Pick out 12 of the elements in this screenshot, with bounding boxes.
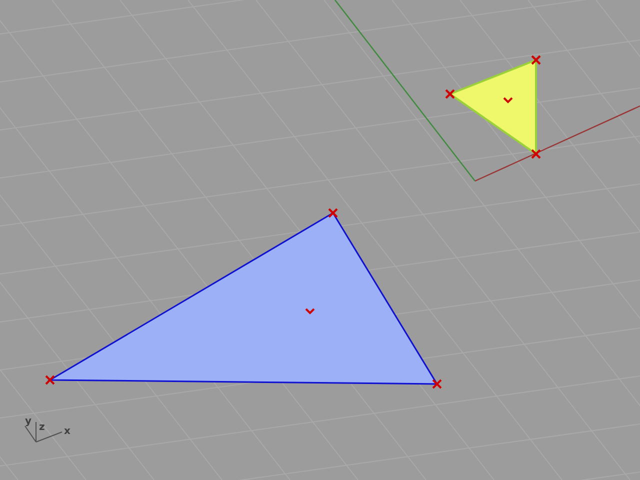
control-point-icon[interactable] xyxy=(531,55,541,65)
center-point-icon xyxy=(305,308,315,314)
axis-label: y xyxy=(25,416,32,427)
control-point-icon[interactable] xyxy=(432,379,442,389)
center-point-icon xyxy=(503,97,513,104)
axis-label: z xyxy=(39,422,45,433)
triangle[interactable] xyxy=(47,212,438,385)
control-point-icon[interactable] xyxy=(328,208,338,218)
axis-label: x xyxy=(64,426,70,437)
control-point-icon[interactable] xyxy=(45,375,55,385)
control-point-icon[interactable] xyxy=(445,89,455,99)
control-point-icon[interactable] xyxy=(531,149,541,159)
